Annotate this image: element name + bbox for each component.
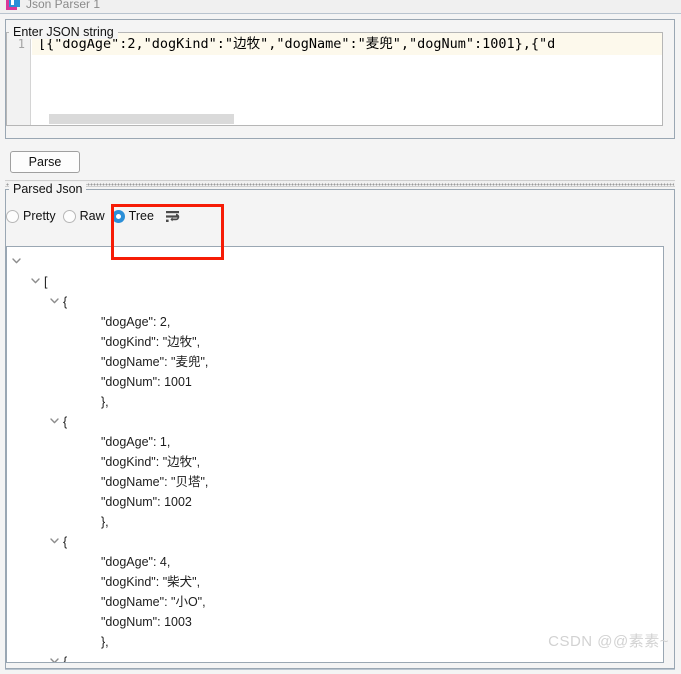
tree-node-text: "dogKind": "柴犬", xyxy=(101,575,201,589)
tree-row[interactable]: "dogName": "贝塔", xyxy=(7,472,663,492)
input-group-legend: Enter JSON string xyxy=(9,25,118,39)
radio-label-tree: Tree xyxy=(128,209,154,223)
tree-row[interactable]: { xyxy=(7,412,663,432)
json-input-value[interactable]: [{"dogAge":2,"dogKind":"边牧","dogName":"麦… xyxy=(32,33,662,55)
tree-node-text: { xyxy=(63,535,68,549)
tree-row[interactable]: "dogNum": 1001 xyxy=(7,372,663,392)
tree-node-text: "dogName": "麦兜", xyxy=(101,355,209,369)
tree-node-text: [ xyxy=(44,275,48,289)
tree-node-text: }, xyxy=(101,395,109,409)
radio-option-tree[interactable]: Tree xyxy=(111,209,160,223)
window-body: Enter JSON string 1 [{"dogAge":2,"dogKin… xyxy=(0,13,681,674)
radio-option-raw[interactable]: Raw xyxy=(62,209,111,223)
window-title-bar: Json Parser 1 xyxy=(0,0,681,13)
window-title: Json Parser 1 xyxy=(26,0,101,11)
tree-node-text: }, xyxy=(101,635,109,649)
tree-row[interactable]: "dogNum": 1003 xyxy=(7,612,663,632)
tree-node-text: "dogAge": 4, xyxy=(101,555,171,569)
tree-node-text: "dogNum": 1001 xyxy=(101,375,192,389)
tree-row[interactable]: "dogAge": 2, xyxy=(7,312,663,332)
parsed-json-tree[interactable]: [ { "dogAge": 2, "dogKind": "边牧", "dogName":… xyxy=(6,246,664,663)
tree-row[interactable]: "dogKind": "柴犬", xyxy=(7,572,663,592)
tree-row[interactable]: "dogName": "小O", xyxy=(7,592,663,612)
tree-row[interactable]: { xyxy=(7,292,663,312)
tree-row[interactable]: "dogName": "麦兜", xyxy=(7,352,663,372)
parse-button[interactable]: Parse xyxy=(10,151,80,173)
panel-splitter[interactable] xyxy=(5,180,675,187)
splitter-grip xyxy=(6,183,674,186)
tree-node-text: "dogAge": 1, xyxy=(101,435,171,449)
radio-indicator-tree[interactable] xyxy=(111,209,125,223)
chevron-down-icon[interactable] xyxy=(50,412,63,432)
radio-indicator-pretty[interactable] xyxy=(6,209,19,223)
view-mode-radio-group: Pretty Raw Tree xyxy=(6,204,181,228)
tree-node-text: { xyxy=(63,655,68,663)
tree-row[interactable]: "dogKind": "边牧", xyxy=(7,332,663,352)
tree-node-text: "dogName": "贝塔", xyxy=(101,475,209,489)
tree-node-text: "dogAge": 2, xyxy=(101,315,171,329)
editor-line-number: 1 xyxy=(17,37,25,51)
editor-gutter: 1 xyxy=(7,33,31,125)
tree-row[interactable]: }, xyxy=(7,512,663,532)
output-group-legend: Parsed Json xyxy=(9,182,87,196)
radio-indicator-raw[interactable] xyxy=(62,209,76,223)
tree-row[interactable]: "dogKind": "边牧", xyxy=(7,452,663,472)
tree-row[interactable]: { xyxy=(7,532,663,552)
tree-row[interactable]: "dogAge": 4, xyxy=(7,552,663,572)
json-input-editor[interactable]: 1 [{"dogAge":2,"dogKind":"边牧","dogName":… xyxy=(6,32,663,126)
radio-label-raw: Raw xyxy=(79,209,105,223)
tree-node-text: "dogKind": "边牧", xyxy=(101,335,201,349)
editor-horizontal-scrollbar[interactable] xyxy=(32,113,662,125)
radio-label-pretty: Pretty xyxy=(23,209,56,223)
tree-node-text: "dogNum": 1002 xyxy=(101,495,192,509)
app-icon xyxy=(6,0,20,10)
radio-option-pretty[interactable]: Pretty xyxy=(6,209,62,223)
chevron-down-icon[interactable] xyxy=(50,532,63,552)
tree-node-text: "dogNum": 1003 xyxy=(101,615,192,629)
tree-node-text: "dogKind": "边牧", xyxy=(101,455,201,469)
editor-scroll-thumb[interactable] xyxy=(49,114,234,124)
tree-row[interactable] xyxy=(7,252,663,272)
wrap-lines-icon[interactable] xyxy=(165,210,181,223)
chevron-down-icon[interactable] xyxy=(31,272,44,292)
watermark: CSDN @@素素~ xyxy=(548,633,669,650)
window-bottom-strip xyxy=(5,669,675,674)
tree-node-text: }, xyxy=(101,515,109,529)
tree-node-text: "dogName": "小O", xyxy=(101,595,206,609)
tree-row[interactable]: { xyxy=(7,652,663,663)
chevron-down-icon[interactable] xyxy=(50,652,63,662)
tree-row[interactable]: "dogAge": 1, xyxy=(7,432,663,452)
tree-row[interactable]: [ xyxy=(7,272,663,292)
tree-row[interactable]: "dogNum": 1002 xyxy=(7,492,663,512)
chevron-down-icon[interactable] xyxy=(50,292,63,312)
tree-node-text: { xyxy=(63,295,68,309)
tree-row[interactable]: }, xyxy=(7,392,663,412)
tree-node-text: { xyxy=(63,415,68,429)
chevron-down-icon[interactable] xyxy=(12,252,25,272)
